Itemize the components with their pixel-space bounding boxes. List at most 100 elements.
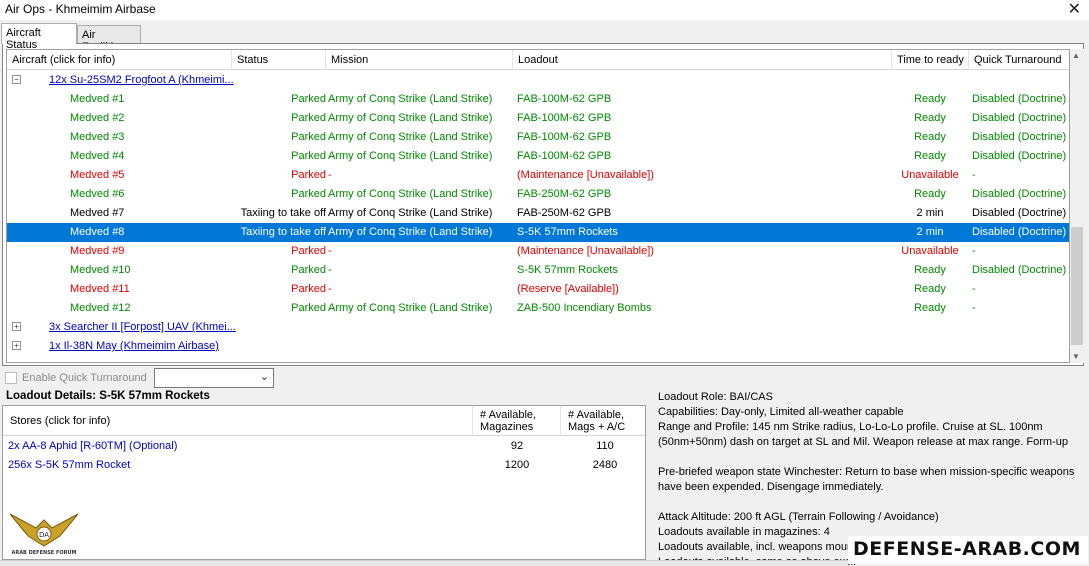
store-mags: 1200 bbox=[504, 459, 530, 471]
scroll-up-icon[interactable]: ▲ bbox=[1072, 51, 1080, 60]
aircraft-grid: Aircraft (click for info) Status Mission… bbox=[6, 49, 1070, 363]
cell-time: Ready bbox=[914, 302, 946, 314]
cell-qt: Disabled (Doctrine) bbox=[972, 93, 1067, 105]
cell-mission: Army of Conq Strike (Land Strike) bbox=[328, 302, 493, 314]
col-mission[interactable]: Mission bbox=[326, 50, 513, 70]
cell-loadout: FAB-250M-62 GPB bbox=[517, 207, 612, 219]
cell-name[interactable]: Medved #5 bbox=[70, 169, 124, 181]
quick-turnaround-select[interactable]: ⌄ bbox=[154, 368, 274, 388]
cell-name[interactable]: Medved #8 bbox=[70, 226, 124, 238]
tab-aircraft-status[interactable]: Aircraft Status bbox=[1, 23, 77, 51]
cell-qt: Disabled (Doctrine) bbox=[972, 264, 1067, 276]
aircraft-row[interactable]: Medved #4 Parked Army of Conq Strike (Land… bbox=[7, 147, 1069, 166]
col-status[interactable]: Status bbox=[232, 50, 326, 70]
cell-mission: Army of Conq Strike (Land Strike) bbox=[328, 93, 493, 105]
aircraft-row[interactable]: Medved #1 Parked Army of Conq Strike (Land… bbox=[7, 90, 1069, 109]
aircraft-row[interactable]: Medved #2 Parked Army of Conq Strike (Land… bbox=[7, 109, 1069, 128]
info-line: Range and Profile: 145 nm Strike radius,… bbox=[658, 421, 1068, 448]
store-mags: 92 bbox=[510, 440, 524, 452]
cell-time: Ready bbox=[914, 188, 946, 200]
cell-name[interactable]: Medved #3 bbox=[70, 131, 124, 143]
scroll-down-icon[interactable]: ▼ bbox=[1072, 352, 1080, 361]
cell-mission: Army of Conq Strike (Land Strike) bbox=[328, 112, 493, 124]
info-line: Attack Altitude: 200 ft AGL (Terrain Fol… bbox=[658, 511, 939, 523]
store-row[interactable]: 256x S-5K 57mm Rocket 1200 2480 bbox=[3, 456, 645, 474]
cell-time: 2 min bbox=[916, 207, 944, 219]
cell-qt: Disabled (Doctrine) bbox=[972, 226, 1067, 238]
scroll-thumb[interactable] bbox=[1071, 227, 1083, 345]
quick-turnaround-checkbox[interactable] bbox=[5, 372, 17, 384]
cell-qt: Disabled (Doctrine) bbox=[972, 131, 1067, 143]
cell-time: Unavailable bbox=[901, 169, 959, 181]
col-available-mags-ac[interactable]: # Available, Mags + A/C bbox=[561, 406, 645, 436]
watermark-text: DEFENSE-ARAB.COM bbox=[853, 538, 1081, 560]
quick-turnaround-label: Enable Quick Turnaround bbox=[22, 372, 147, 384]
aircraft-row[interactable]: Medved #12 Parked Army of Conq Strike (Lan… bbox=[7, 299, 1069, 318]
aircraft-row[interactable]: Medved #8 Taxiing to take off Army of Conq… bbox=[7, 223, 1069, 242]
aircraft-row[interactable]: Medved #3 Parked Army of Conq Strike (Land… bbox=[7, 128, 1069, 147]
cell-time: Ready bbox=[914, 112, 946, 124]
cell-loadout: (Maintenance [Unavailable]) bbox=[517, 245, 654, 257]
cell-time: Ready bbox=[914, 264, 946, 276]
group-label[interactable]: 12x Su-25SM2 Frogfoot A (Khmeimi... bbox=[49, 74, 234, 86]
tab-air-facilities[interactable]: Air Facilities bbox=[77, 25, 141, 53]
cell-loadout: S-5K 57mm Rockets bbox=[517, 226, 618, 238]
cell-name[interactable]: Medved #2 bbox=[70, 112, 124, 124]
store-link[interactable]: 2x AA-8 Aphid [R-60TM] (Optional) bbox=[8, 440, 177, 452]
aircraft-row[interactable]: Medved #9 Parked - (Maintenance [Unavailabl… bbox=[7, 242, 1069, 261]
cell-qt: Disabled (Doctrine) bbox=[972, 150, 1067, 162]
eagle-logo-icon: DA ARAB DEFENSE FORUM bbox=[9, 513, 79, 556]
cell-loadout: FAB-100M-62 GPB bbox=[517, 112, 612, 124]
aircraft-row[interactable]: Medved #6 Parked Army of Conq Strike (Land… bbox=[7, 185, 1069, 204]
col-time-to-ready[interactable]: Time to ready bbox=[892, 50, 969, 70]
cell-name[interactable]: Medved #1 bbox=[70, 93, 124, 105]
cell-name[interactable]: Medved #6 bbox=[70, 188, 124, 200]
cell-status: Parked bbox=[291, 302, 326, 314]
cell-status: Parked bbox=[291, 112, 326, 124]
cell-name[interactable]: Medved #10 bbox=[70, 264, 131, 276]
cell-status: Parked bbox=[291, 131, 326, 143]
cell-status: Parked bbox=[291, 188, 326, 200]
cell-name[interactable]: Medved #4 bbox=[70, 150, 124, 162]
col-quick-turnaround[interactable]: Quick Turnaround bbox=[969, 50, 1069, 70]
group-row-su25[interactable]: − 12x Su-25SM2 Frogfoot A (Khmeimi... bbox=[7, 71, 1069, 90]
col-stores[interactable]: Stores (click for info) bbox=[3, 406, 473, 436]
close-icon[interactable]: ✕ bbox=[1068, 0, 1081, 19]
collapse-icon[interactable]: − bbox=[12, 75, 21, 84]
cell-loadout: (Maintenance [Unavailable]) bbox=[517, 169, 654, 181]
cell-status: Parked bbox=[291, 150, 326, 162]
group-label[interactable]: 1x Il-38N May (Khmeimim Airbase) bbox=[49, 340, 219, 352]
grid-scrollbar[interactable]: ▲ ▼ bbox=[1070, 49, 1084, 363]
group-row-searcher[interactable]: + 3x Searcher II [Forpost] UAV (Khmei... bbox=[7, 318, 1069, 337]
group-row-il38[interactable]: + 1x Il-38N May (Khmeimim Airbase) bbox=[7, 337, 1069, 356]
cell-time: Ready bbox=[914, 150, 946, 162]
col-loadout[interactable]: Loadout bbox=[513, 50, 892, 70]
store-row[interactable]: 2x AA-8 Aphid [R-60TM] (Optional) 92 110 bbox=[3, 437, 645, 455]
cell-name[interactable]: Medved #11 bbox=[70, 283, 130, 295]
col-available-magazines[interactable]: # Available, Magazines bbox=[473, 406, 561, 436]
cell-name[interactable]: Medved #9 bbox=[70, 245, 124, 257]
cell-mission: Army of Conq Strike (Land Strike) bbox=[328, 150, 493, 162]
cell-name[interactable]: Medved #12 bbox=[70, 302, 131, 314]
cell-status: Taxiing to take off bbox=[240, 226, 326, 238]
col-aircraft[interactable]: Aircraft (click for info) bbox=[7, 50, 232, 70]
aircraft-row[interactable]: Medved #10 Parked - S-5K 57mm Rockets Ready D… bbox=[7, 261, 1069, 280]
store-mags-ac: 2480 bbox=[592, 459, 618, 471]
cell-mission: - bbox=[328, 283, 332, 295]
store-link[interactable]: 256x S-5K 57mm Rocket bbox=[8, 459, 130, 471]
info-line: Loadout Role: BAI/CAS bbox=[658, 391, 773, 403]
expand-icon[interactable]: + bbox=[12, 322, 21, 331]
cell-qt: Disabled (Doctrine) bbox=[972, 112, 1067, 124]
expand-icon[interactable]: + bbox=[12, 341, 21, 350]
cell-mission: - bbox=[328, 169, 332, 181]
cell-time: 2 min bbox=[916, 226, 944, 238]
cell-name[interactable]: Medved #7 bbox=[70, 207, 124, 219]
aircraft-row[interactable]: Medved #5 Parked - (Maintenance [Unavailabl… bbox=[7, 166, 1069, 185]
aircraft-row[interactable]: Medved #7 Taxiing to take off Army of Conq… bbox=[7, 204, 1069, 223]
chevron-down-icon[interactable]: ⌄ bbox=[260, 370, 269, 383]
cell-loadout: ZAB-500 Incendiary Bombs bbox=[517, 302, 652, 314]
aircraft-status-panel: Aircraft (click for info) Status Mission… bbox=[2, 43, 1084, 366]
group-label[interactable]: 3x Searcher II [Forpost] UAV (Khmei... bbox=[49, 321, 236, 333]
aircraft-row[interactable]: Medved #11 Parked - (Reserve [Available]) Re… bbox=[7, 280, 1069, 299]
forum-logo: DA ARAB DEFENSE FORUM bbox=[4, 506, 84, 561]
